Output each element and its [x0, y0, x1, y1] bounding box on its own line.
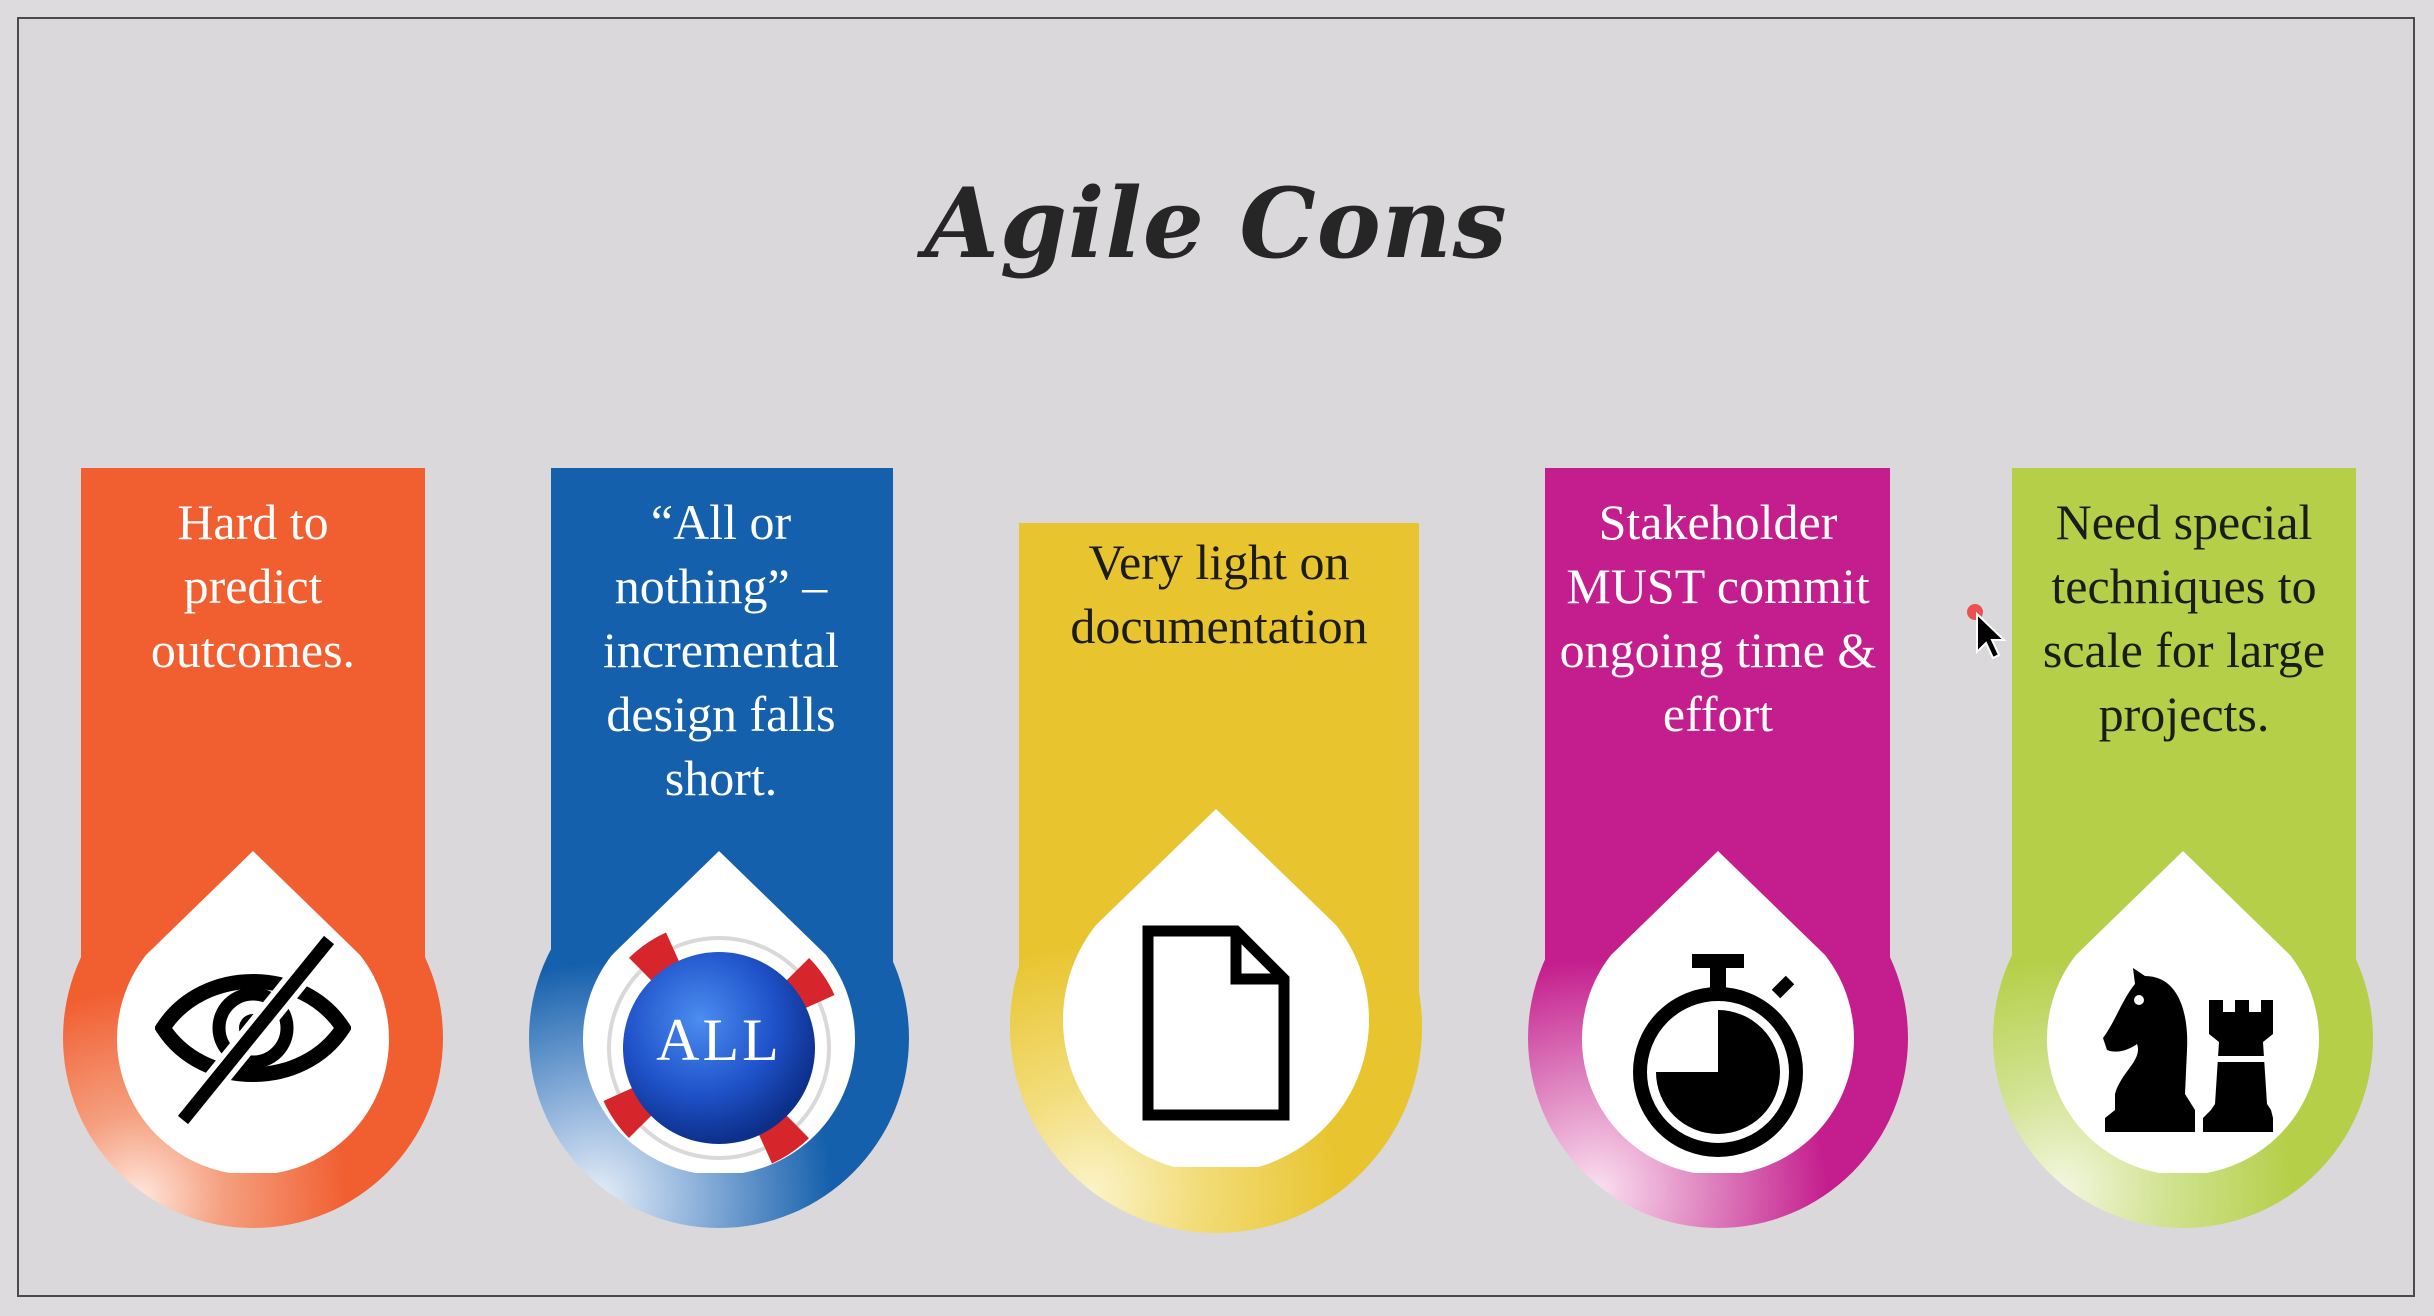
card-label: Need special techniques to scale for lar…: [2042, 494, 2326, 742]
slide-title: Agile Cons: [924, 167, 1508, 280]
document-icon: [1142, 925, 1290, 1121]
stopwatch-icon: [1633, 954, 1803, 1157]
card-all-or-nothing: ALL “All or nothing” – incremental desig…: [529, 468, 909, 1238]
eye-slash-icon: [155, 932, 351, 1126]
card-light-documentation: Very light on documentation: [1006, 468, 1426, 1238]
card-label: Stakeholder MUST commit ongoing time & e…: [1559, 494, 1877, 742]
all-icon-text: ALL: [656, 1007, 782, 1073]
card-hard-to-predict: Hard to predict outcomes.: [63, 468, 443, 1238]
card-stakeholder-commit: Stakeholder MUST commit ongoing time & e…: [1528, 468, 1908, 1238]
card-label: Hard to predict outcomes.: [150, 494, 356, 678]
chess-pieces-icon: [2103, 968, 2273, 1132]
mouse-cursor-icon: [1967, 604, 2007, 660]
card-scale-techniques: Need special techniques to scale for lar…: [1993, 468, 2373, 1238]
card-label: Very light on documentation: [1070, 534, 1368, 654]
card-label: “All or nothing” – incremental design fa…: [603, 494, 839, 806]
